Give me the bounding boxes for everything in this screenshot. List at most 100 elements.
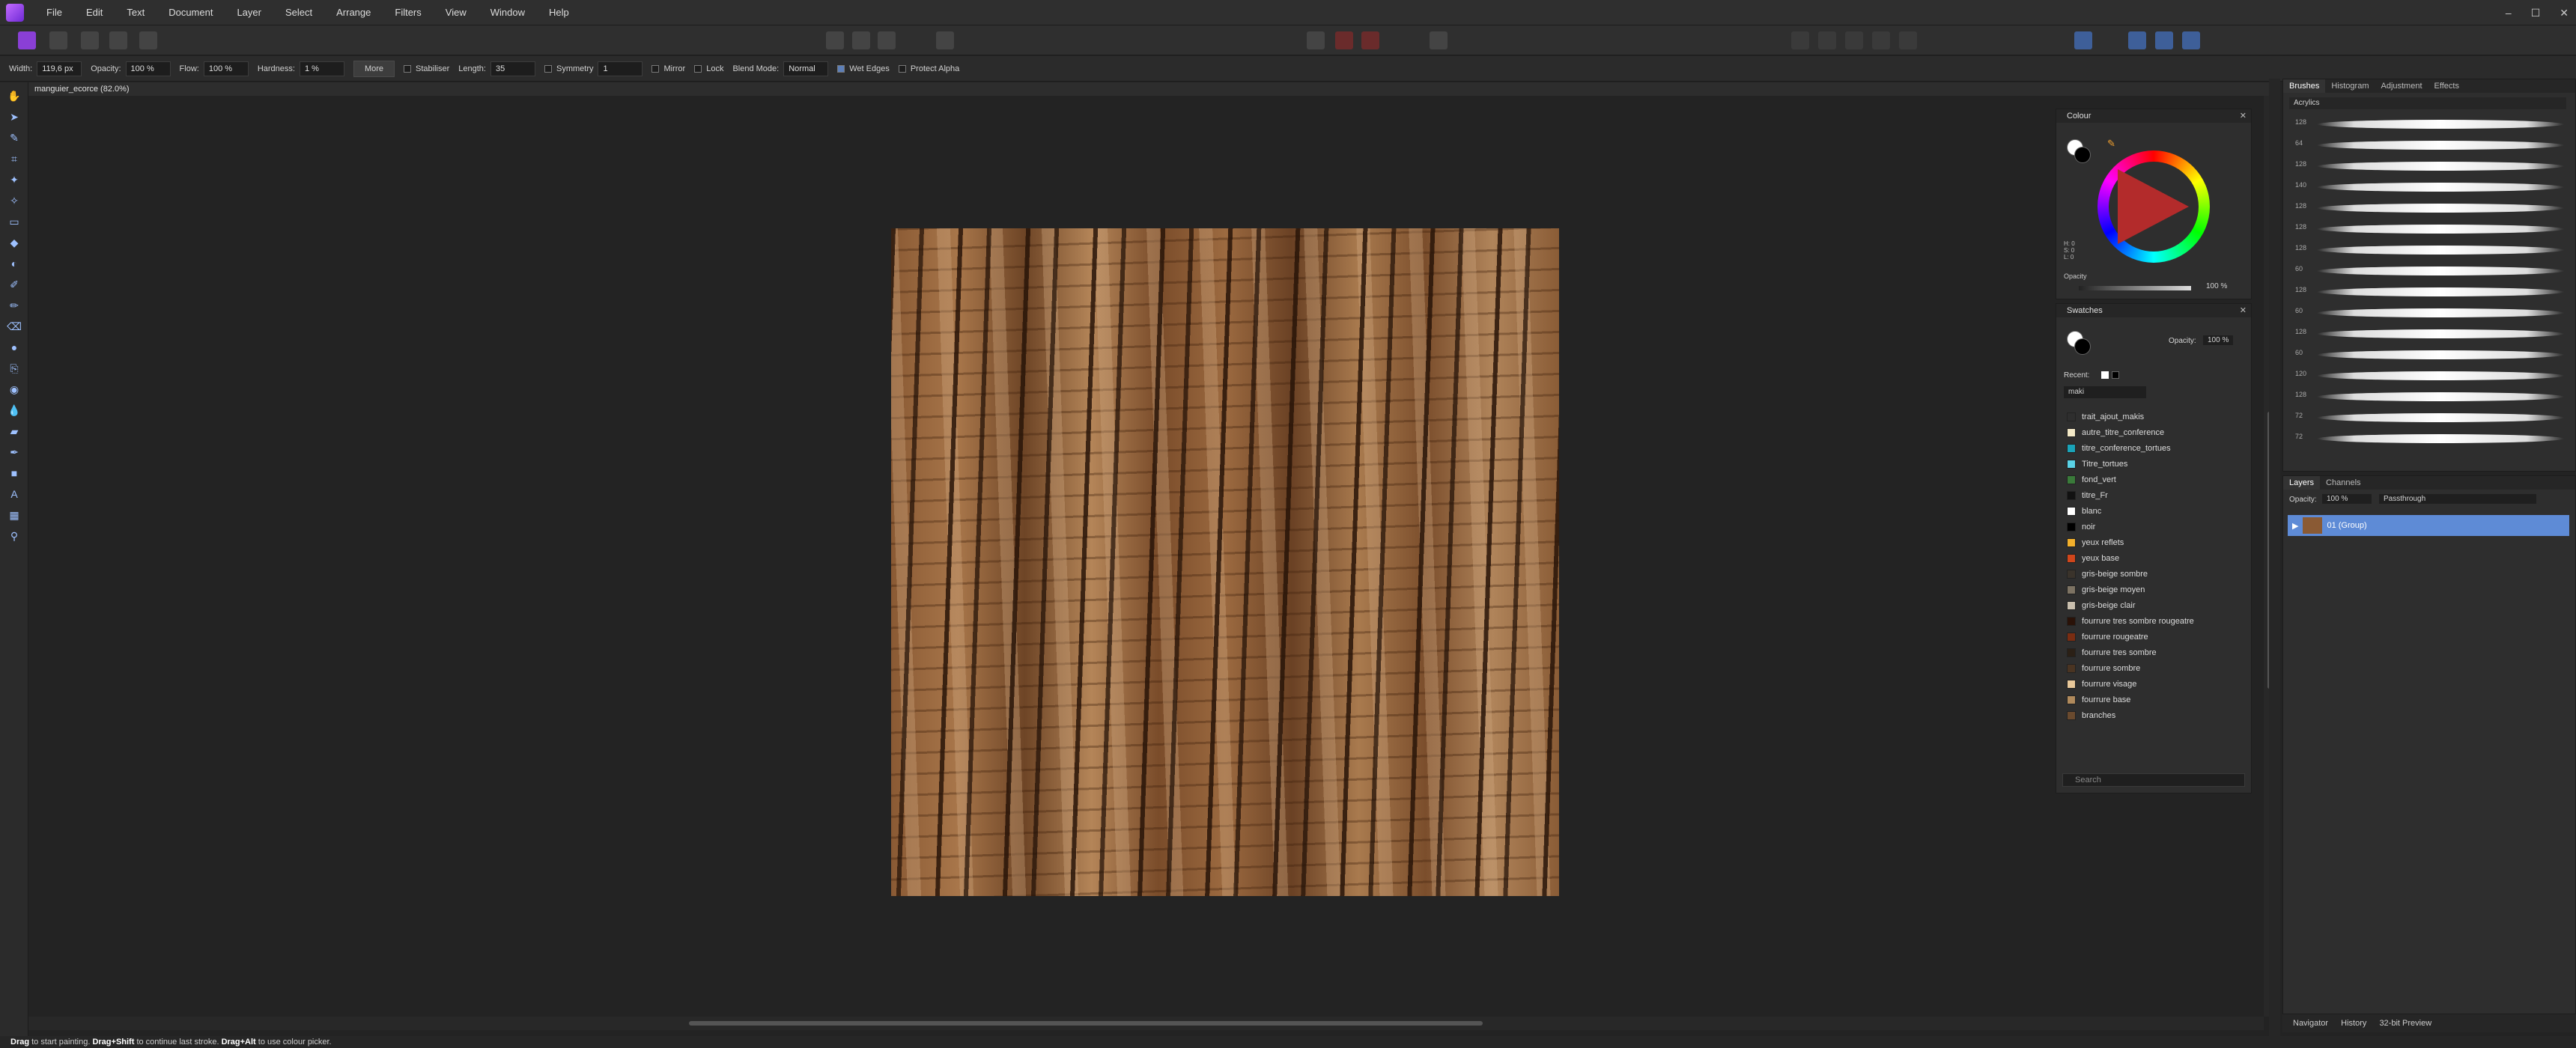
flood-select-tool-icon[interactable]: ✧ (7, 193, 22, 208)
swatch-search-input[interactable]: Search (2062, 773, 2245, 787)
brush-stroke-preview[interactable] (2317, 183, 2564, 192)
recent-swatch[interactable] (2112, 371, 2119, 379)
pixel-tool-icon[interactable]: ✏ (7, 298, 22, 313)
lock-checkbox[interactable] (694, 64, 702, 73)
selection-brush-tool-icon[interactable]: ✦ (7, 172, 22, 187)
menu-view[interactable]: View (434, 0, 479, 25)
list-item[interactable]: blanc (2056, 503, 2253, 519)
arrange-3-icon[interactable] (1845, 31, 1863, 49)
selection-none-icon[interactable] (852, 31, 870, 49)
colour-picker-tool-icon[interactable]: ✎ (7, 130, 22, 145)
tab-effects[interactable]: Effects (2428, 79, 2465, 93)
palette-select[interactable]: maki (2064, 386, 2146, 398)
brush-stroke-preview[interactable] (2317, 371, 2564, 380)
list-item[interactable]: fourrure sombre (2056, 660, 2253, 676)
photo-persona-icon[interactable] (18, 31, 36, 49)
menu-filters[interactable]: Filters (383, 0, 433, 25)
studio-2-icon[interactable] (2155, 31, 2173, 49)
selection-invert-icon[interactable] (878, 31, 896, 49)
gradient-tool-icon[interactable]: ◐ (7, 256, 22, 271)
brush-stroke-preview[interactable] (2317, 350, 2564, 359)
list-item[interactable]: noir (2056, 519, 2253, 534)
colour-opacity-slider[interactable] (2079, 286, 2191, 290)
sponge-tool-icon[interactable]: ▰ (7, 424, 22, 439)
blur-tool-icon[interactable]: 💧 (7, 403, 22, 418)
selection-rect-icon[interactable] (826, 31, 844, 49)
tab-brushes[interactable]: Brushes (2283, 79, 2326, 93)
quick-mask-icon[interactable] (936, 31, 954, 49)
layer-row[interactable]: ▶ 01 (Group) (2288, 515, 2569, 536)
menu-layer[interactable]: Layer (225, 0, 273, 25)
tab-histogram[interactable]: Histogram (2325, 79, 2375, 93)
assistant-icon[interactable] (1430, 31, 1448, 49)
mirror-checkbox[interactable] (651, 64, 660, 73)
menu-edit[interactable]: Edit (74, 0, 115, 25)
list-item[interactable]: gris-beige sombre (2056, 566, 2253, 582)
layer-opacity-field[interactable]: 100 % (2322, 494, 2372, 504)
tab-channels[interactable]: Channels (2320, 476, 2366, 490)
fill-tool-icon[interactable]: ◆ (7, 235, 22, 250)
zoom-tool-icon[interactable]: ⚲ (7, 528, 22, 543)
document-tab[interactable]: manguier_ecorce (82.0%) (28, 82, 2275, 96)
tab-history[interactable]: History (2341, 1019, 2366, 1028)
arrange-2-icon[interactable] (1818, 31, 1836, 49)
layer-name[interactable]: 01 (Group) (2327, 521, 2366, 530)
view-tool-icon[interactable]: ✋ (7, 88, 22, 103)
brush-stroke-preview[interactable] (2317, 392, 2564, 401)
brush-stroke-preview[interactable] (2317, 204, 2564, 213)
text-tool-icon[interactable]: A (7, 487, 22, 502)
export-persona-icon[interactable] (139, 31, 157, 49)
blend-mode-select[interactable]: Normal (783, 61, 829, 76)
list-item[interactable]: Titre_tortues (2056, 456, 2253, 472)
swatch-opacity-field[interactable]: 100 % (2203, 335, 2234, 345)
grid-icon[interactable] (1307, 31, 1325, 49)
wet-edges-checkbox[interactable] (837, 64, 845, 73)
menu-document[interactable]: Document (157, 0, 225, 25)
hardness-field[interactable]: 1 % (299, 61, 344, 76)
paint-brush-tool-icon[interactable]: ✐ (7, 277, 22, 292)
list-item[interactable]: fourrure tres sombre (2056, 645, 2253, 660)
protect-alpha-checkbox[interactable] (898, 64, 906, 73)
crop-tool-icon[interactable]: ⌗ (7, 151, 22, 166)
menu-arrange[interactable]: Arrange (324, 0, 383, 25)
minimize-button[interactable]: – (2506, 7, 2512, 19)
list-item[interactable]: titre_Fr (2056, 487, 2253, 503)
opacity-field[interactable]: 100 % (125, 61, 171, 76)
list-item[interactable]: trait_ajout_makis (2056, 409, 2253, 424)
maximize-button[interactable]: ☐ (2531, 7, 2541, 19)
brush-stroke-preview[interactable] (2317, 287, 2564, 296)
menu-file[interactable]: File (34, 0, 74, 25)
arrange-4-icon[interactable] (1872, 31, 1890, 49)
develop-persona-icon[interactable] (81, 31, 99, 49)
list-item[interactable]: fourrure tres sombre rougeatre (2056, 613, 2253, 629)
tab-navigator[interactable]: Navigator (2293, 1019, 2328, 1028)
tone-mapping-persona-icon[interactable] (109, 31, 127, 49)
brush-stroke-preview[interactable] (2317, 308, 2564, 317)
bark-texture-image[interactable] (891, 228, 1559, 896)
brush-stroke-preview[interactable] (2317, 413, 2564, 422)
snapping-icon[interactable] (1335, 31, 1353, 49)
tab-adjustment[interactable]: Adjustment (2375, 79, 2428, 93)
force-pixel-icon[interactable] (1361, 31, 1379, 49)
menu-select[interactable]: Select (273, 0, 324, 25)
mesh-warp-tool-icon[interactable]: ▦ (7, 508, 22, 523)
symmetry-checkbox[interactable] (544, 64, 552, 73)
studio-1-icon[interactable] (2128, 31, 2146, 49)
move-tool-icon[interactable]: ➤ (7, 109, 22, 124)
clone-tool-icon[interactable]: ⎘ (7, 361, 22, 376)
list-item[interactable]: fond_vert (2056, 472, 2253, 487)
expand-icon[interactable]: ▶ (2292, 521, 2298, 531)
studio-3-icon[interactable] (2182, 31, 2200, 49)
list-item[interactable]: fourrure base (2056, 692, 2253, 707)
tab-32bit-preview[interactable]: 32-bit Preview (2379, 1019, 2431, 1028)
arrange-5-icon[interactable] (1899, 31, 1917, 49)
list-item[interactable]: titre_conference_tortues (2056, 440, 2253, 456)
brush-stroke-preview[interactable] (2317, 162, 2564, 171)
list-item[interactable]: gris-beige clair (2056, 597, 2253, 613)
brush-stroke-preview[interactable] (2317, 141, 2564, 150)
layer-blend-select[interactable]: Passthrough (2379, 494, 2536, 504)
horizontal-scroll-thumb[interactable] (689, 1021, 1483, 1026)
arrange-icon[interactable] (1791, 31, 1809, 49)
close-icon[interactable]: ✕ (2240, 304, 2247, 317)
symmetry-field[interactable]: 1 (598, 61, 643, 76)
